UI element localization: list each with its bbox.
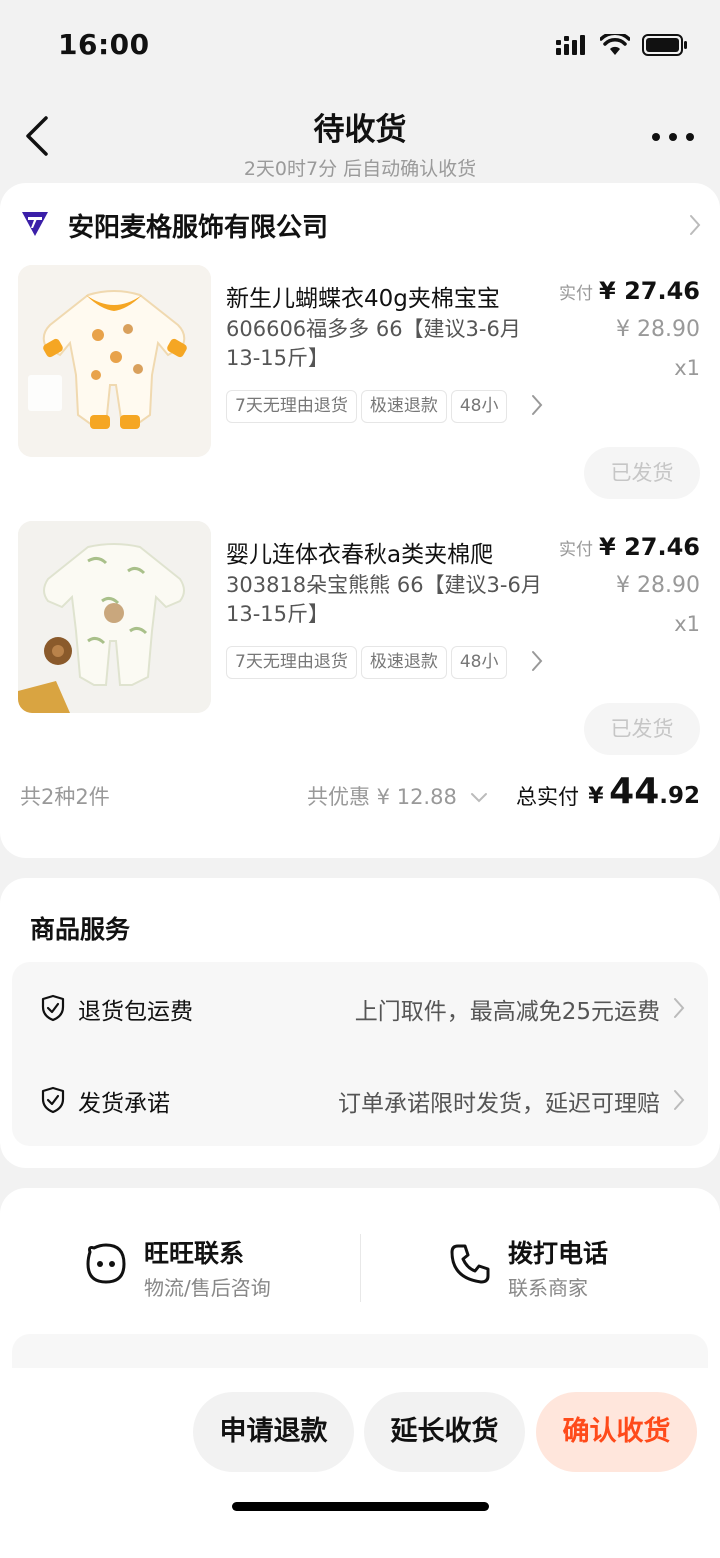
auto-confirm-countdown: 2天0时7分 后自动确认收货	[243, 158, 477, 180]
total-integer: 44	[609, 771, 660, 812]
contact-subtitle: 物流/售后咨询	[144, 1276, 271, 1300]
romper-image-icon	[18, 521, 211, 713]
contact-title: 旺旺联系	[144, 1239, 245, 1268]
chat-face-icon	[86, 1243, 126, 1284]
order-item[interactable]: 婴儿连体衣春秋a类夹棉爬 303818朵宝熊熊 66【建议3-6月13-15斤】…	[0, 521, 720, 761]
shipped-status-button[interactable]: 已发货	[584, 703, 700, 755]
product-title[interactable]: 婴儿连体衣春秋a类夹棉爬	[226, 535, 546, 569]
order-summary: 共2种2件 共优惠 ¥ 12.88 总实付 ¥ 44.92	[0, 771, 720, 819]
home-indicator	[232, 1502, 489, 1511]
chevron-right-icon	[674, 998, 685, 1018]
total-label: 总实付	[516, 785, 579, 809]
service-name: 退货包运费	[78, 999, 193, 1025]
order-item[interactable]: 新生儿蝴蝶衣40g夹棉宝宝 606606福多多 66【建议3-6月13-15斤】…	[0, 265, 720, 505]
status-bar: 16:00	[0, 0, 720, 90]
confirm-receipt-button[interactable]: 确认收货	[536, 1392, 697, 1472]
tag: 48小	[450, 646, 508, 679]
tag: 极速退款	[360, 646, 447, 679]
tag: 极速退款	[360, 390, 447, 423]
service-section-title: 商品服务	[30, 915, 131, 944]
shop-logo-icon	[22, 212, 48, 236]
more-dot-icon	[669, 133, 677, 141]
product-sku: 606606福多多 66【建议3-6月13-15斤】	[226, 317, 521, 370]
wifi-icon	[600, 34, 630, 55]
discount-toggle[interactable]: 共优惠 ¥ 12.88	[307, 781, 488, 811]
chevron-right-icon[interactable]	[530, 649, 544, 673]
romper-image-icon	[18, 265, 211, 457]
paid-price: ¥ 27.46	[599, 533, 700, 561]
chevron-right-icon	[690, 215, 701, 235]
nav-bar: 待收货 2天0时7分 后自动确认收货	[0, 90, 720, 182]
item-count: 共2种2件	[20, 785, 110, 809]
price-area: 实付 ¥ 27.46 ¥ 28.90 x1	[559, 533, 700, 636]
service-list: 退货包运费 上门取件，最高减免25元运费 发货承诺 订单承诺限时发货，延迟可理赔	[12, 962, 708, 1146]
contact-title: 拨打电话	[508, 1239, 609, 1268]
phone-icon	[450, 1244, 490, 1284]
total-currency: ¥	[588, 784, 604, 809]
tag: 48小	[450, 390, 508, 423]
chevron-right-icon	[674, 1090, 685, 1110]
extend-receipt-button[interactable]: 延长收货	[364, 1392, 525, 1472]
service-card: 商品服务 退货包运费 上门取件，最高减免25元运费 发货承诺 订单承诺限时发货，…	[0, 878, 720, 1168]
shop-name: 安阳麦格服饰有限公司	[68, 213, 329, 243]
product-thumbnail[interactable]	[18, 521, 211, 713]
bottom-action-bar: 申请退款 延长收货 确认收货	[0, 1368, 720, 1558]
more-dot-icon	[686, 133, 694, 141]
product-sku: 303818朵宝熊熊 66【建议3-6月13-15斤】	[226, 573, 542, 626]
price-area: 实付 ¥ 27.46 ¥ 28.90 x1	[559, 277, 700, 380]
tag: 7天无理由退货	[226, 646, 357, 679]
total-decimal: .92	[659, 783, 700, 809]
service-name: 发货承诺	[78, 1091, 170, 1117]
shipped-status-button[interactable]: 已发货	[584, 447, 700, 499]
service-row-return-shipping[interactable]: 退货包运费 上门取件，最高减免25元运费	[12, 962, 708, 1054]
battery-icon	[642, 34, 687, 56]
service-desc: 订单承诺限时发货，延迟可理赔	[338, 1091, 660, 1117]
status-time: 16:00	[58, 28, 150, 61]
chevron-right-icon[interactable]	[530, 393, 544, 417]
more-dot-icon	[652, 133, 660, 141]
service-tags: 7天无理由退货 极速退款 48小	[226, 646, 544, 680]
more-button[interactable]	[652, 130, 700, 144]
apply-refund-button[interactable]: 申请退款	[193, 1392, 354, 1472]
divider	[360, 1234, 361, 1302]
shield-check-icon	[41, 1086, 65, 1114]
service-tags: 7天无理由退货 极速退款 48小	[226, 390, 544, 424]
shop-header[interactable]: 安阳麦格服饰有限公司	[0, 201, 720, 249]
paid-label: 实付	[559, 540, 594, 560]
chevron-down-icon	[470, 793, 487, 803]
service-row-shipping-promise[interactable]: 发货承诺 订单承诺限时发货，延迟可理赔	[12, 1054, 708, 1146]
paid-price: ¥ 27.46	[599, 277, 700, 305]
signal-icon	[556, 35, 585, 55]
quantity: x1	[674, 612, 700, 636]
product-thumbnail[interactable]	[18, 265, 211, 457]
total-amount: ¥ 44.92	[588, 771, 700, 812]
discount-text: 共优惠 ¥ 12.88	[307, 785, 457, 809]
shield-check-icon	[41, 994, 65, 1022]
product-title[interactable]: 新生儿蝴蝶衣40g夹棉宝宝	[226, 279, 546, 313]
order-card: 安阳麦格服饰有限公司 新生儿蝴蝶衣40g夹棉宝宝 606606福多多 66【建议…	[0, 183, 720, 858]
service-desc: 上门取件，最高减免25元运费	[354, 999, 660, 1025]
status-icons	[556, 34, 688, 56]
original-price: ¥ 28.90	[616, 317, 700, 342]
paid-label: 实付	[559, 284, 594, 304]
tag: 7天无理由退货	[226, 390, 357, 423]
original-price: ¥ 28.90	[616, 573, 700, 598]
quantity: x1	[674, 356, 700, 380]
contact-subtitle: 联系商家	[508, 1276, 588, 1300]
page-title: 待收货	[313, 112, 407, 148]
